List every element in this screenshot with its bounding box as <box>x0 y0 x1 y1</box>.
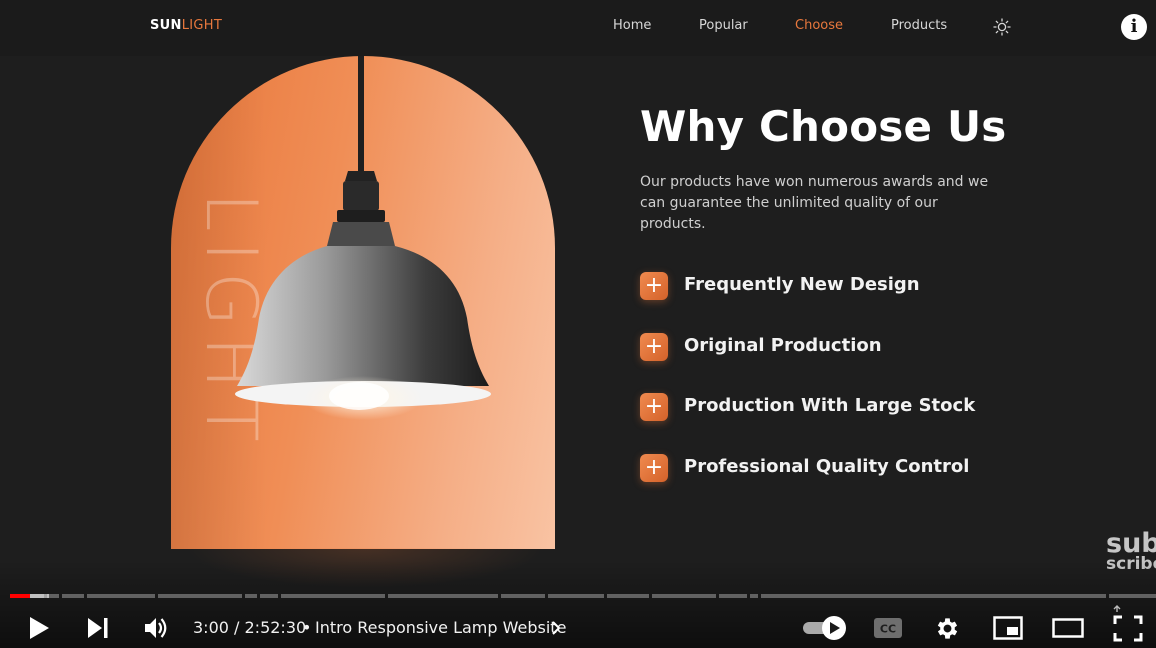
miniplayer-icon[interactable] <box>993 616 1023 640</box>
play-icon[interactable] <box>28 616 50 640</box>
nav-home[interactable]: Home <box>613 18 651 38</box>
volume-icon[interactable] <box>144 616 170 640</box>
nav-popular[interactable]: Popular <box>699 18 748 38</box>
nav-products[interactable]: Products <box>891 18 947 38</box>
nav-choose[interactable]: Choose <box>795 18 843 38</box>
plus-icon: + <box>640 333 668 361</box>
logo-primary: SUN <box>150 18 182 33</box>
feature-label: Frequently New Design <box>684 274 920 295</box>
time-display: 3:00 / 2:52:30 <box>193 618 307 637</box>
autoplay-toggle-icon[interactable] <box>802 615 848 641</box>
pendant-lamp-image <box>235 56 491 420</box>
fullscreen-icon[interactable] <box>1113 603 1143 643</box>
chapter-separator: • <box>302 618 312 637</box>
feature-label: Original Production <box>684 335 882 356</box>
site-logo[interactable]: SUNLIGHT <box>150 18 222 33</box>
progress-bar[interactable] <box>10 594 1156 598</box>
controls-gradient <box>0 560 1156 648</box>
chevron-right-icon[interactable] <box>550 619 562 637</box>
lamp-cord <box>358 56 364 171</box>
feature-label: Professional Quality Control <box>684 456 970 477</box>
theater-icon[interactable] <box>1052 618 1084 638</box>
logo-accent: LIGHT <box>181 18 223 33</box>
chapter-title[interactable]: Intro Responsive Lamp Website <box>315 618 566 637</box>
captions-icon[interactable]: CC <box>873 617 903 639</box>
plus-icon: + <box>640 393 668 421</box>
info-icon[interactable]: i <box>1121 14 1147 40</box>
plus-icon: + <box>640 454 668 482</box>
section-title: Why Choose Us <box>640 102 1007 151</box>
section-description: Our products have won numerous awards an… <box>640 174 989 232</box>
settings-icon[interactable] <box>934 615 961 642</box>
video-frame[interactable]: SUNLIGHT Home Popular Choose Products i … <box>0 0 1156 648</box>
plus-icon: + <box>640 272 668 300</box>
sun-icon[interactable] <box>993 18 1011 36</box>
lamp-shade <box>237 246 489 386</box>
progress-played <box>10 594 30 598</box>
next-icon[interactable] <box>87 617 109 639</box>
watermark-line1: sub <box>1106 528 1156 559</box>
site-header: SUNLIGHT Home Popular Choose Products <box>0 0 1156 56</box>
svg-text:CC: CC <box>880 623 896 636</box>
progress-buffered <box>30 594 49 598</box>
feature-label: Production With Large Stock <box>684 395 976 416</box>
